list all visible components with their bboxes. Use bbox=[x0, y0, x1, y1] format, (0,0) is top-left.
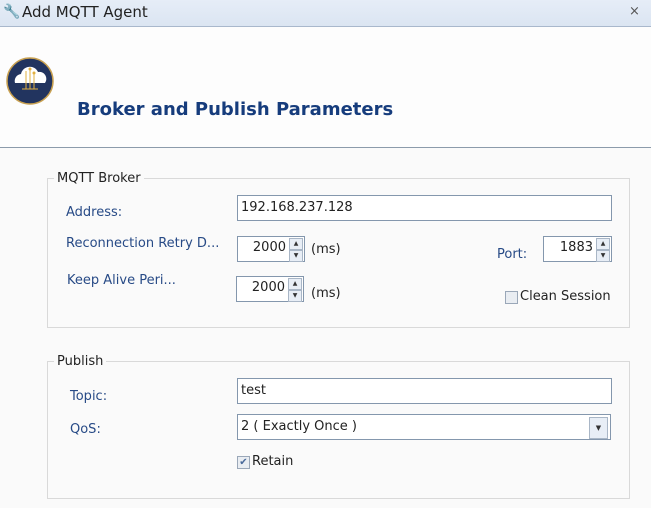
spin-up-icon[interactable]: ▲ bbox=[596, 238, 610, 250]
publish-legend: Publish bbox=[54, 354, 107, 369]
header-banner: Broker and Publish Parameters bbox=[0, 27, 651, 148]
port-label: Port: bbox=[497, 247, 528, 262]
retry-unit: (ms) bbox=[311, 242, 341, 257]
chevron-down-icon[interactable]: ▼ bbox=[589, 417, 608, 439]
spin-down-icon[interactable]: ▼ bbox=[596, 250, 610, 262]
reconnection-retry-value[interactable]: 2000 bbox=[253, 240, 286, 255]
port-stepper[interactable]: 1883 ▲ ▼ bbox=[543, 236, 612, 262]
qos-label: QoS: bbox=[70, 422, 101, 437]
spin-up-icon[interactable]: ▲ bbox=[289, 238, 303, 250]
address-input[interactable]: 192.168.237.128 bbox=[237, 195, 612, 221]
qos-value: 2 ( Exactly Once ) bbox=[241, 419, 357, 434]
close-button[interactable]: × bbox=[629, 4, 640, 19]
cloud-circuit-logo bbox=[6, 57, 54, 105]
mqtt-broker-legend: MQTT Broker bbox=[54, 171, 144, 186]
address-label: Address: bbox=[66, 205, 123, 220]
reconnection-retry-stepper[interactable]: 2000 ▲ ▼ bbox=[237, 236, 305, 262]
clean-session-checkbox[interactable] bbox=[505, 291, 518, 304]
spin-down-icon[interactable]: ▼ bbox=[288, 290, 302, 302]
keep-alive-unit: (ms) bbox=[311, 286, 341, 301]
keep-alive-label: Keep Alive Peri... bbox=[67, 273, 176, 288]
retain-checkbox[interactable]: ✔ bbox=[237, 456, 250, 469]
window-title: Add MQTT Agent bbox=[22, 3, 148, 21]
qos-select[interactable]: 2 ( Exactly Once ) ▼ bbox=[237, 414, 611, 440]
spin-down-icon[interactable]: ▼ bbox=[289, 250, 303, 262]
topic-label: Topic: bbox=[70, 389, 108, 404]
spin-up-icon[interactable]: ▲ bbox=[288, 278, 302, 290]
keep-alive-stepper[interactable]: 2000 ▲ ▼ bbox=[236, 276, 304, 302]
clean-session-label[interactable]: Clean Session bbox=[520, 289, 611, 304]
retain-label[interactable]: Retain bbox=[252, 454, 293, 469]
title-bar: 🔧 Add MQTT Agent × bbox=[0, 0, 651, 27]
reconnection-retry-label: Reconnection Retry D... bbox=[66, 236, 220, 251]
page-title: Broker and Publish Parameters bbox=[77, 99, 394, 120]
keep-alive-value[interactable]: 2000 bbox=[252, 280, 285, 295]
wrench-icon: 🔧 bbox=[3, 4, 21, 20]
topic-input[interactable]: test bbox=[237, 378, 612, 404]
port-value[interactable]: 1883 bbox=[560, 240, 593, 255]
